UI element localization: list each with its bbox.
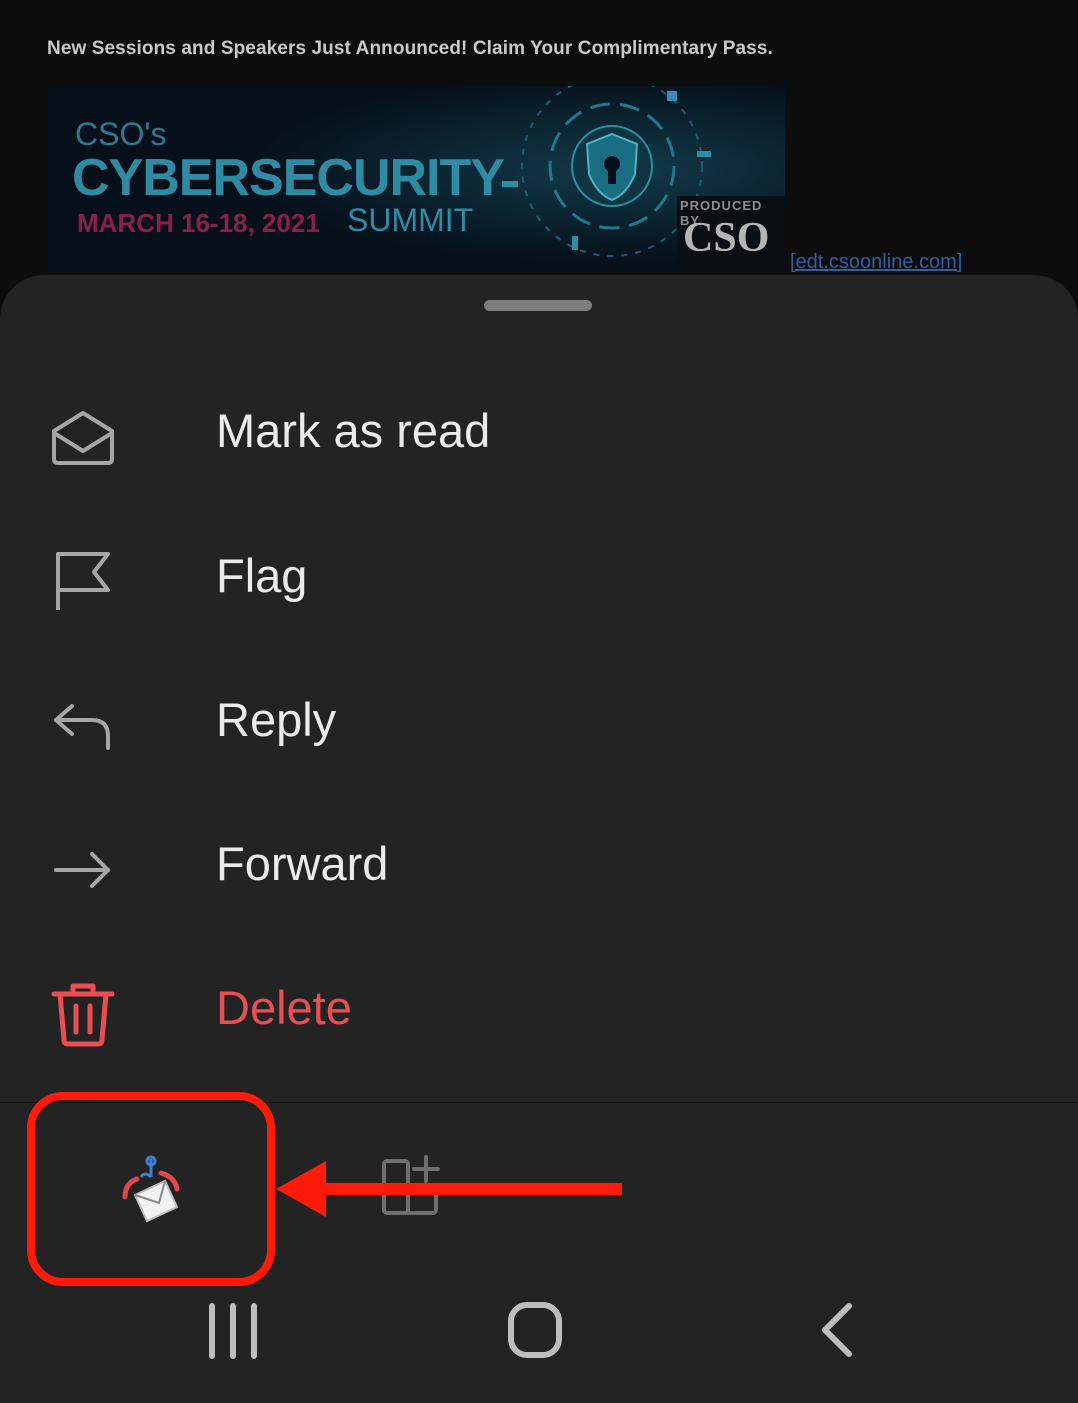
reply-icon — [54, 704, 110, 750]
menu-item-label: Reply — [216, 693, 337, 746]
annotation-arrow-icon — [276, 1161, 622, 1217]
menu-item-label: Delete — [216, 981, 352, 1034]
menu-item-label: Forward — [216, 837, 389, 890]
menu-item-mark-as-read[interactable]: Mark as read — [0, 375, 1078, 505]
trash-icon — [51, 983, 115, 1047]
banner-summit: SUMMIT — [347, 202, 474, 238]
banner-dates: MARCH 16-18, 2021 — [77, 208, 320, 238]
menu-item-forward[interactable]: Forward — [0, 808, 1078, 938]
flag-icon — [56, 552, 110, 610]
recents-icon[interactable] — [198, 1300, 268, 1362]
banner-title-large: CYBERSECURITY — [72, 149, 505, 207]
menu-item-label: Mark as read — [216, 404, 491, 457]
action-bottom-sheet: Mark as read Flag Reply Forward Delete — [0, 275, 1078, 1403]
banner-producer-logo: CSO — [683, 215, 770, 261]
summit-banner-image[interactable]: CSO's CYBERSECURITY MARCH 16-18, 2021 SU… — [47, 86, 785, 272]
menu-item-reply[interactable]: Reply — [0, 664, 1078, 794]
email-headline: New Sessions and Speakers Just Announced… — [47, 38, 773, 59]
menu-item-flag[interactable]: Flag — [0, 520, 1078, 650]
annotation-highlight-box — [27, 1092, 275, 1286]
forward-icon — [54, 852, 110, 888]
home-icon[interactable] — [500, 1300, 570, 1362]
banner-link[interactable]: [edt.csoonline.com] — [790, 251, 962, 274]
sheet-drag-handle[interactable] — [484, 300, 592, 311]
menu-item-delete[interactable]: Delete — [0, 952, 1078, 1082]
envelope-open-icon — [52, 411, 114, 465]
menu-item-label: Flag — [216, 549, 308, 602]
back-icon[interactable] — [803, 1300, 873, 1362]
